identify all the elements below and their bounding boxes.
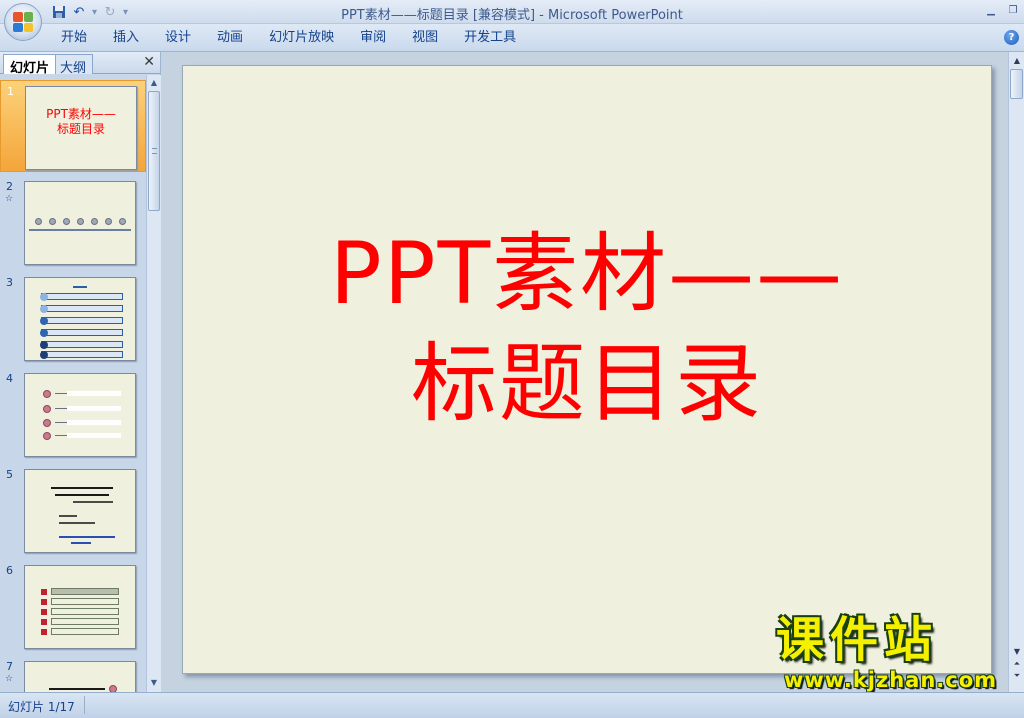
slide-preview — [24, 181, 136, 265]
panel-scrollbar[interactable]: ▲ ▼ — [146, 75, 161, 692]
slides-panel: 幻灯片 大纲 ✕ 1 PPT素材—— 标题目录 2 ☆ 3 4 5 6 7 ☆ … — [0, 52, 161, 692]
animation-star-icon: ☆ — [5, 194, 14, 204]
tab-view[interactable]: 视图 — [399, 30, 451, 46]
tab-insert[interactable]: 插入 — [100, 30, 152, 46]
next-slide-icon[interactable]: ⏷ — [1011, 670, 1023, 681]
slide-thumbnail-2[interactable]: 2 ☆ — [0, 176, 146, 268]
slide-editor: PPT素材—— 标题目录 — [161, 52, 1008, 692]
tab-outline[interactable]: 大纲 — [53, 54, 94, 76]
tab-slideshow[interactable]: 幻灯片放映 — [256, 30, 347, 46]
ribbon-tab-row: 开始 插入 设计 动画 幻灯片放映 审阅 视图 开发工具 ? — [0, 24, 1024, 52]
slide-number: 2 — [6, 180, 13, 193]
slide-thumbnail-1[interactable]: 1 PPT素材—— 标题目录 — [0, 80, 146, 172]
scrollbar-thumb[interactable] — [148, 91, 160, 211]
thumb-title-line2: 标题目录 — [56, 122, 105, 136]
tab-design[interactable]: 设计 — [152, 30, 204, 46]
restore-icon[interactable]: ❐ — [1006, 2, 1020, 16]
slide-preview — [24, 565, 136, 649]
previous-slide-icon[interactable]: ⏶ — [1011, 658, 1023, 669]
slide-preview — [24, 469, 136, 553]
slide-title-line2: 标题目录 — [411, 334, 763, 434]
tab-developer[interactable]: 开发工具 — [451, 30, 529, 46]
slide-title-line1: PPT素材—— — [329, 224, 845, 324]
slide-number: 6 — [6, 564, 13, 577]
thumb-title-line1: PPT素材—— — [46, 107, 116, 121]
tab-review[interactable]: 审阅 — [347, 30, 399, 46]
close-icon[interactable]: ✕ — [143, 54, 155, 70]
slide-thumbnail-7[interactable]: 7 ☆ — [0, 656, 146, 692]
scrollbar-thumb[interactable] — [1010, 69, 1023, 99]
watermark-url: www.kjzhan.com — [784, 668, 998, 692]
slide-number: 7 — [6, 660, 13, 673]
scroll-up-icon[interactable]: ▲ — [1011, 55, 1023, 66]
slide-thumbnail-list: 1 PPT素材—— 标题目录 2 ☆ 3 4 5 6 7 ☆ — [0, 75, 146, 692]
slide-preview: PPT素材—— 标题目录 — [25, 86, 137, 170]
slide-preview — [24, 373, 136, 457]
tab-slides[interactable]: 幻灯片 — [3, 54, 57, 76]
slide-preview — [24, 661, 136, 692]
slide-thumbnail-5[interactable]: 5 — [0, 464, 146, 556]
title-bar: ↶ ▾ ↻ ▾ PPT素材——标题目录 [兼容模式] - Microsoft P… — [0, 0, 1024, 24]
tab-animation[interactable]: 动画 — [204, 30, 256, 46]
scroll-down-icon[interactable]: ▼ — [1011, 646, 1023, 657]
watermark-text: 课件站 — [776, 612, 939, 668]
tab-home[interactable]: 开始 — [48, 30, 100, 46]
editor-scrollbar[interactable]: ▲ ▼ ⏶ ⏷ — [1008, 52, 1024, 692]
slide-number: 3 — [6, 276, 13, 289]
slide-thumbnail-4[interactable]: 4 — [0, 368, 146, 460]
office-logo-icon — [13, 12, 33, 32]
slide-counter: 幻灯片 1/17 — [8, 700, 75, 714]
window-title: PPT素材——标题目录 [兼容模式] - Microsoft PowerPoin… — [341, 8, 683, 23]
slide-number: 1 — [7, 85, 14, 98]
status-bar: 幻灯片 1/17 — [0, 692, 1024, 718]
minimize-icon[interactable]: ▁ — [984, 2, 998, 16]
office-button[interactable] — [4, 3, 42, 41]
help-icon[interactable]: ? — [1004, 30, 1019, 45]
current-slide[interactable]: PPT素材—— 标题目录 — [182, 65, 992, 674]
slide-thumbnail-6[interactable]: 6 — [0, 560, 146, 652]
scroll-up-icon[interactable]: ▲ — [148, 77, 160, 89]
slide-thumbnail-3[interactable]: 3 — [0, 272, 146, 364]
scroll-down-icon[interactable]: ▼ — [148, 677, 160, 689]
slide-preview — [24, 277, 136, 361]
watermark-logo: 课件站 www.kjzhan.com — [770, 612, 1010, 694]
slide-number: 4 — [6, 372, 13, 385]
animation-star-icon: ☆ — [5, 674, 14, 684]
slide-number: 5 — [6, 468, 13, 481]
slide-title[interactable]: PPT素材—— 标题目录 — [183, 219, 991, 439]
